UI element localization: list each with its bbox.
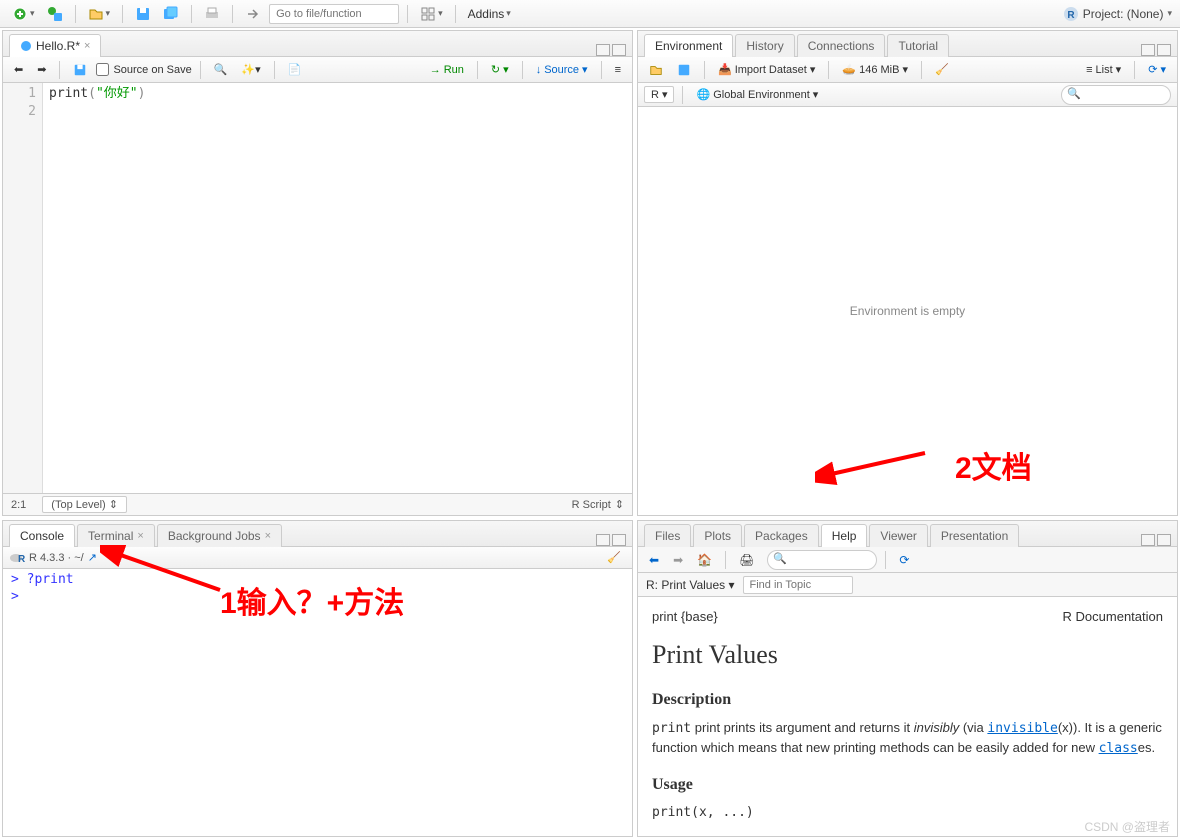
forward-button[interactable]: ➡ (32, 61, 51, 78)
svg-text:R: R (18, 554, 25, 565)
tab-background-jobs[interactable]: Background Jobs × (157, 524, 282, 547)
load-workspace-button[interactable] (644, 61, 668, 79)
save-workspace-button[interactable] (672, 61, 696, 79)
help-print-button[interactable]: 🖨 (734, 551, 759, 569)
maximize-pane-icon[interactable] (1157, 44, 1171, 56)
tab-files[interactable]: Files (644, 524, 691, 547)
description-text: print print prints its argument and retu… (652, 718, 1163, 759)
tab-help[interactable]: Help (821, 524, 868, 547)
minimize-pane-icon[interactable] (1141, 44, 1155, 56)
global-env-button[interactable]: 🌐 Global Environment ▾ (691, 86, 823, 103)
env-search-input[interactable] (1061, 85, 1171, 105)
tab-history[interactable]: History (735, 34, 794, 57)
help-back-button[interactable]: ⬅ (644, 551, 664, 569)
maximize-pane-icon[interactable] (612, 534, 626, 546)
tab-environment[interactable]: Environment (644, 34, 733, 57)
help-home-button[interactable]: 🏠 (692, 551, 717, 569)
r-version-label: R 4.3.3 · ~/ (29, 552, 84, 564)
maximize-pane-icon[interactable] (612, 44, 626, 56)
outline-button[interactable]: ≡ (610, 62, 626, 78)
description-heading: Description (652, 688, 1163, 712)
source-pane: Hello.R* × ⬅ ➡ Source on Save 🔍 ✨▾ 📄 → R… (2, 30, 633, 516)
console-wd-icon[interactable]: ↗ (88, 551, 97, 564)
editor-tab-label: Hello.R* (36, 39, 80, 53)
project-menu[interactable]: R Project: (None) ▾ (1063, 6, 1172, 22)
new-project-button[interactable] (43, 4, 67, 24)
env-empty-label: Environment is empty (638, 107, 1177, 515)
help-title: Print Values (652, 635, 1163, 674)
goto-input[interactable] (269, 4, 399, 24)
refresh-env-button[interactable]: ⟳ ▾ (1143, 61, 1171, 78)
class-link[interactable]: class (1099, 740, 1138, 755)
invisible-link[interactable]: invisible (987, 720, 1057, 735)
r-env-button[interactable]: R ▾ (644, 86, 674, 103)
r-documentation-label: R Documentation (1063, 607, 1163, 627)
tab-packages[interactable]: Packages (744, 524, 819, 547)
tab-connections[interactable]: Connections (797, 34, 886, 57)
save-all-button[interactable] (159, 4, 183, 24)
tab-plots[interactable]: Plots (693, 524, 742, 547)
import-dataset-button[interactable]: 📥 Import Dataset ▾ (713, 61, 820, 78)
console-body[interactable]: > ?print > (3, 569, 632, 836)
scope-selector[interactable]: (Top Level) ⇕ (42, 496, 127, 513)
help-search-input[interactable] (767, 550, 877, 570)
memory-usage[interactable]: 🥧 146 MiB ▾ (837, 61, 913, 78)
tab-terminal[interactable]: Terminal × (77, 524, 155, 547)
minimize-pane-icon[interactable] (596, 534, 610, 546)
run-button[interactable]: → Run (425, 62, 469, 78)
help-forward-button[interactable]: ➡ (668, 551, 688, 569)
cursor-position: 2:1 (11, 499, 26, 511)
find-in-topic-input[interactable] (743, 576, 853, 594)
tab-tutorial[interactable]: Tutorial (887, 34, 949, 57)
file-type-label[interactable]: R Script (572, 499, 611, 511)
console-pane: Console Terminal × Background Jobs × R R… (2, 520, 633, 837)
help-package-label: print {base} (652, 607, 718, 627)
save-script-button[interactable] (68, 61, 92, 79)
addins-label: Addins (468, 7, 505, 21)
svg-text:R: R (1067, 10, 1075, 21)
rerun-button[interactable]: ↻ ▾ (486, 61, 514, 78)
watermark: CSDN @盗理者 (1084, 818, 1170, 835)
report-button[interactable]: 📄 (283, 61, 307, 78)
usage-heading: Usage (652, 773, 1163, 797)
source-on-save-label: Source on Save (113, 64, 191, 76)
list-view-button[interactable]: ≡ List ▾ (1081, 61, 1126, 78)
source-button[interactable]: ↓ Source ▾ (531, 61, 593, 78)
back-button[interactable]: ⬅ (9, 61, 28, 78)
tab-viewer[interactable]: Viewer (869, 524, 927, 547)
save-button[interactable] (131, 4, 155, 24)
clear-workspace-button[interactable]: 🧹 (930, 61, 954, 78)
r-logo-icon: R (9, 550, 25, 566)
new-file-button[interactable]: ▾ (8, 4, 39, 24)
minimize-pane-icon[interactable] (596, 44, 610, 56)
help-pane: Files Plots Packages Help Viewer Present… (637, 520, 1178, 837)
environment-pane: Environment History Connections Tutorial… (637, 30, 1178, 516)
wand-button[interactable]: ✨▾ (236, 61, 265, 78)
goto-arrow-icon[interactable] (241, 4, 265, 24)
help-content[interactable]: print {base} R Documentation Print Value… (638, 597, 1177, 836)
line-gutter: 1 2 (3, 83, 43, 493)
r-project-icon: R (1063, 6, 1079, 22)
project-label: Project: (None) (1083, 7, 1164, 21)
main-toolbar: ▾ ▾ ▾ Addins ▾ R Project: (None) ▾ (0, 0, 1180, 28)
close-tab-icon[interactable]: × (84, 40, 90, 52)
code-editor[interactable]: 1 2 print("你好") (3, 83, 632, 493)
tab-console[interactable]: Console (9, 524, 75, 547)
print-button[interactable] (200, 4, 224, 24)
source-on-save-checkbox[interactable] (96, 63, 109, 76)
help-breadcrumb[interactable]: R: Print Values ▾ (646, 578, 735, 592)
tab-presentation[interactable]: Presentation (930, 524, 1019, 547)
clear-console-button[interactable]: 🧹 (602, 549, 626, 566)
r-file-icon (20, 40, 32, 52)
editor-tab[interactable]: Hello.R* × (9, 34, 101, 57)
addins-button[interactable]: Addins ▾ (464, 5, 515, 23)
find-button[interactable]: 🔍 (209, 61, 233, 78)
minimize-pane-icon[interactable] (1141, 534, 1155, 546)
grid-view-button[interactable]: ▾ (416, 4, 447, 24)
help-refresh-button[interactable]: ⟳ (894, 551, 914, 569)
maximize-pane-icon[interactable] (1157, 534, 1171, 546)
open-file-button[interactable]: ▾ (84, 4, 115, 24)
